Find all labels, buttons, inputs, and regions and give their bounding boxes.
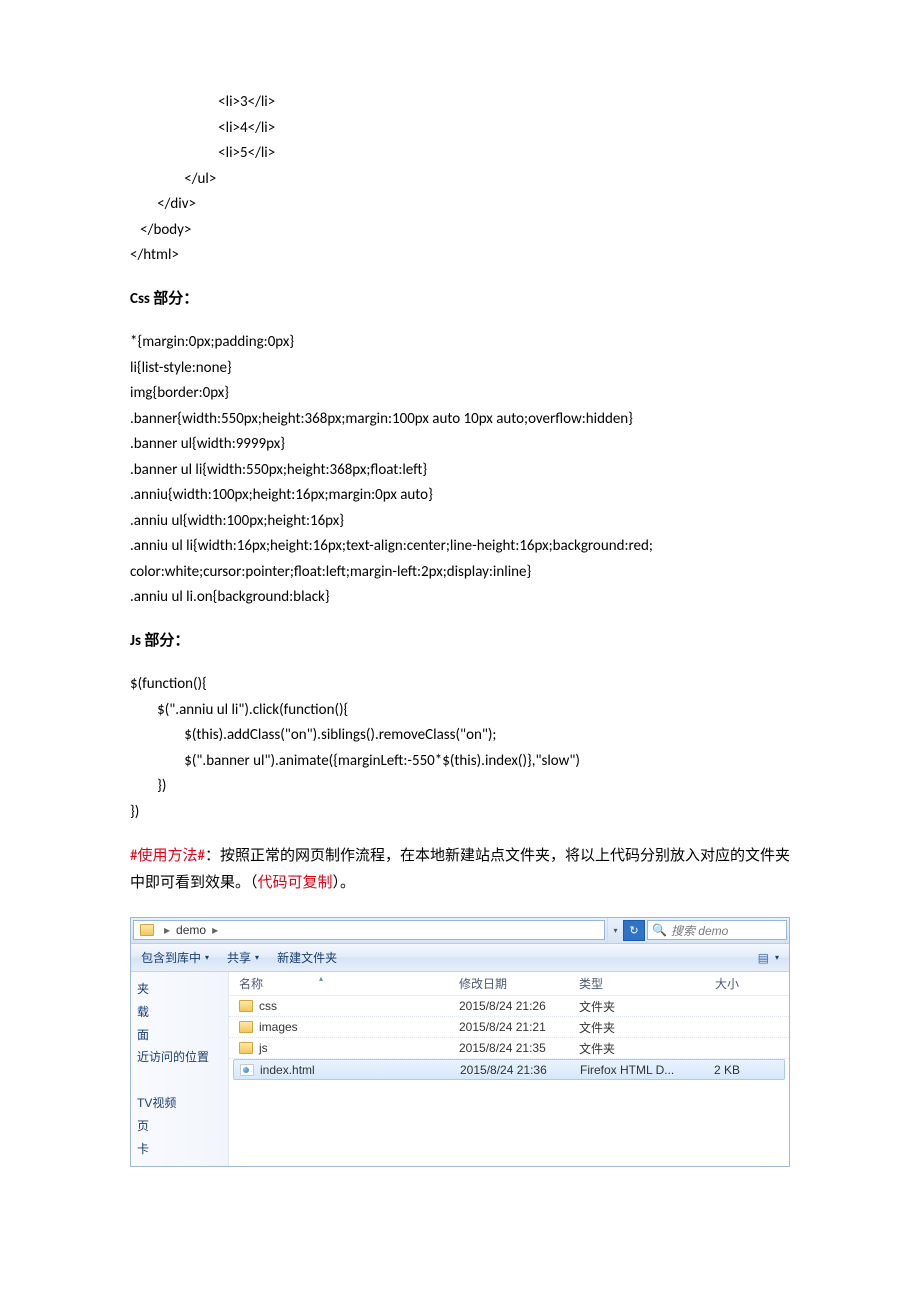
nav-item[interactable]: 夹 bbox=[137, 978, 228, 1001]
nav-item[interactable]: 面 bbox=[137, 1024, 228, 1047]
usage-text-3: ）。 bbox=[333, 874, 356, 892]
new-folder-button[interactable]: 新建文件夹 bbox=[277, 949, 337, 966]
column-name[interactable]: 名称 bbox=[239, 975, 459, 992]
column-headers[interactable]: ▴ 名称 修改日期 类型 大小 bbox=[229, 972, 789, 996]
chevron-down-icon: ▾ bbox=[775, 953, 779, 962]
html-code-block: <li>3</li> <li>4</li> <li>5</li> </ul> <… bbox=[130, 90, 790, 269]
nav-item[interactable]: TV视频 bbox=[137, 1092, 228, 1115]
toolbar: 包含到库中▾ 共享▾ 新建文件夹 ▤ ▾ bbox=[131, 944, 789, 972]
usage-tag: #使用方法# bbox=[130, 847, 205, 865]
html-file-icon bbox=[240, 1064, 254, 1076]
search-input[interactable]: 🔍 搜索 demo bbox=[647, 920, 787, 940]
file-size: 2 KB bbox=[690, 1063, 740, 1077]
explorer-body: 夹载面近访问的位置 TV视频页卡 ▴ 名称 修改日期 类型 大小 css 2015… bbox=[131, 972, 789, 1166]
address-dropdown[interactable]: ▾ bbox=[607, 918, 623, 943]
file-explorer-window: ▸ demo ▸ ▾ ↻ 🔍 搜索 demo 包含到库中▾ 共享▾ 新建文件夹 … bbox=[130, 917, 790, 1167]
file-name: images bbox=[259, 1020, 298, 1034]
folder-icon bbox=[239, 1021, 253, 1033]
search-icon: 🔍 bbox=[652, 923, 667, 937]
nav-item[interactable]: 载 bbox=[137, 1001, 228, 1024]
css-section-heading: Css 部分： bbox=[130, 287, 790, 313]
chevron-right-icon: ▸ bbox=[164, 923, 170, 937]
share-button[interactable]: 共享▾ bbox=[227, 949, 259, 966]
file-row[interactable]: css 2015/8/24 21:26文件夹 bbox=[229, 996, 789, 1017]
file-type: 文件夹 bbox=[579, 1040, 689, 1057]
column-date[interactable]: 修改日期 bbox=[459, 975, 579, 992]
folder-icon bbox=[239, 1000, 253, 1012]
breadcrumb-item[interactable]: demo bbox=[176, 923, 206, 937]
usage-text-copy: 代码可复制 bbox=[258, 874, 333, 892]
usage-text-1: 按照正常的网页制作流程，在本地新建站点文件夹，将以上代码分别放入对应的文件夹中即… bbox=[130, 847, 790, 892]
file-date: 2015/8/24 21:26 bbox=[459, 999, 579, 1013]
usage-paragraph: #使用方法#：按照正常的网页制作流程，在本地新建站点文件夹，将以上代码分别放入对… bbox=[130, 843, 790, 897]
usage-colon: ： bbox=[205, 847, 220, 865]
file-date: 2015/8/24 21:36 bbox=[460, 1063, 580, 1077]
nav-item[interactable]: 近访问的位置 bbox=[137, 1046, 228, 1069]
sort-indicator-icon: ▴ bbox=[319, 974, 323, 983]
refresh-button[interactable]: ↻ bbox=[623, 920, 645, 941]
search-placeholder: 搜索 demo bbox=[671, 922, 728, 939]
file-name: css bbox=[259, 999, 277, 1013]
address-bar: ▸ demo ▸ ▾ ↻ 🔍 搜索 demo bbox=[131, 918, 789, 944]
file-name: index.html bbox=[260, 1063, 315, 1077]
breadcrumb[interactable]: ▸ demo ▸ bbox=[133, 920, 605, 940]
file-row[interactable]: index.html 2015/8/24 21:36Firefox HTML D.… bbox=[233, 1059, 785, 1080]
column-size[interactable]: 大小 bbox=[689, 975, 739, 992]
file-date: 2015/8/24 21:35 bbox=[459, 1041, 579, 1055]
file-date: 2015/8/24 21:21 bbox=[459, 1020, 579, 1034]
js-code-block: $(function(){ $(".anniu ul li").click(fu… bbox=[130, 672, 790, 825]
chevron-down-icon: ▾ bbox=[205, 953, 209, 962]
navigation-pane: 夹载面近访问的位置 TV视频页卡 bbox=[131, 972, 229, 1166]
js-section-heading: Js 部分： bbox=[130, 629, 790, 655]
file-name: js bbox=[259, 1041, 268, 1055]
file-type: 文件夹 bbox=[579, 998, 689, 1015]
chevron-down-icon: ▾ bbox=[255, 953, 259, 962]
include-in-library-button[interactable]: 包含到库中▾ bbox=[141, 949, 209, 966]
column-type[interactable]: 类型 bbox=[579, 975, 689, 992]
file-list-pane: ▴ 名称 修改日期 类型 大小 css2015/8/24 21:26文件夹ima… bbox=[229, 972, 789, 1166]
file-type: Firefox HTML D... bbox=[580, 1063, 690, 1077]
folder-icon bbox=[140, 924, 154, 936]
nav-item[interactable]: 卡 bbox=[137, 1138, 228, 1161]
chevron-right-icon: ▸ bbox=[212, 923, 218, 937]
file-row[interactable]: images 2015/8/24 21:21文件夹 bbox=[229, 1017, 789, 1038]
nav-item[interactable]: 页 bbox=[137, 1115, 228, 1138]
file-row[interactable]: js 2015/8/24 21:35文件夹 bbox=[229, 1038, 789, 1059]
view-options-button[interactable]: ▤ bbox=[758, 951, 769, 965]
css-code-block: *{margin:0px;padding:0px} li{list-style:… bbox=[130, 330, 790, 611]
nav-item[interactable] bbox=[137, 1069, 228, 1092]
file-type: 文件夹 bbox=[579, 1019, 689, 1036]
folder-icon bbox=[239, 1042, 253, 1054]
